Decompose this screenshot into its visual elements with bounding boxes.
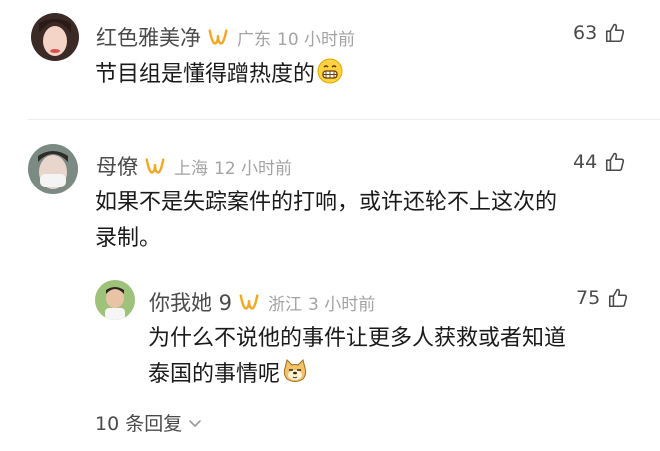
like-count: 44 (573, 151, 598, 173)
thumbs-up-icon (609, 288, 628, 308)
username[interactable]: 你我她 9 (149, 287, 232, 317)
doge-emoji-icon (283, 359, 307, 382)
thumbs-up-icon (606, 152, 625, 172)
avatar[interactable] (31, 13, 79, 61)
location-label: 上海 (174, 158, 208, 179)
view-more-replies[interactable]: 10 条回复 (95, 409, 202, 436)
grin-emoji-icon (317, 58, 343, 84)
avatar[interactable] (95, 280, 135, 320)
like-button[interactable]: 44 (573, 151, 626, 173)
like-button[interactable]: 63 (573, 22, 626, 44)
comment-text: 节目组是懂得蹭热度的 (95, 57, 343, 93)
like-button[interactable]: 75 (576, 287, 629, 309)
reply-text: 为什么不说他的事件让更多人获救或者知道 泰国的事情呢 (148, 326, 567, 387)
timestamp: 12 小时前 (214, 158, 293, 179)
timestamp: 10 小时前 (277, 29, 356, 50)
vip-badge-icon (208, 29, 228, 45)
timestamp: 3 小时前 (308, 294, 376, 315)
vip-badge-icon (239, 294, 259, 310)
location-label: 广东 (237, 29, 271, 50)
username[interactable]: 红色雅美净 (96, 22, 201, 52)
more-replies-label: 10 条回复 (95, 413, 183, 435)
comment-meta: 母僚 上海 12 小时前 (96, 151, 292, 181)
reply-meta: 你我她 9 浙江 3 小时前 (149, 287, 375, 317)
like-count: 63 (573, 22, 598, 44)
chevron-down-icon (189, 419, 202, 427)
vip-badge-icon (145, 158, 165, 174)
divider (28, 119, 660, 120)
thumbs-up-icon (606, 23, 625, 43)
avatar[interactable] (28, 144, 78, 194)
location-label: 浙江 (268, 294, 303, 315)
comment-meta: 红色雅美净 广东 10 小时前 (96, 22, 355, 52)
comment-text: 如果不是失踪案件的打响，或许还轮不上这次的 录制。 (95, 190, 558, 251)
username[interactable]: 母僚 (96, 151, 138, 181)
like-count: 75 (576, 287, 601, 309)
